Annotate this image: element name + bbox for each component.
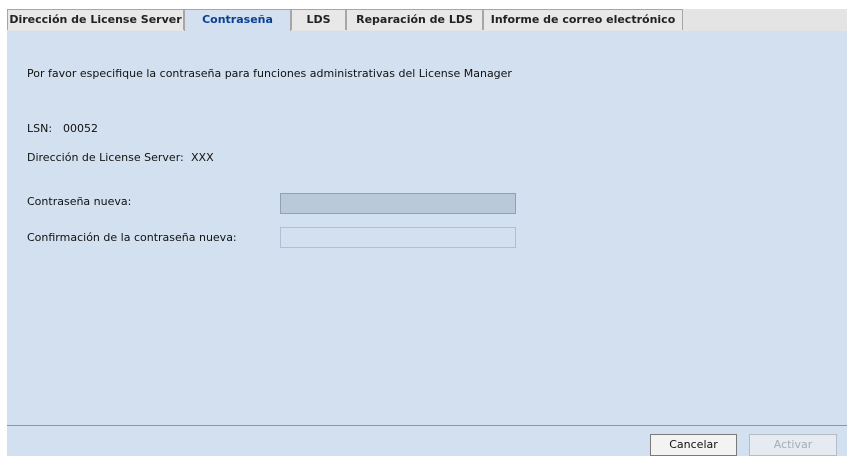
confirm-password-label: Confirmación de la contraseña nueva:	[27, 231, 237, 244]
password-panel: Por favor especifique la contraseña para…	[7, 31, 847, 456]
new-password-label: Contraseña nueva:	[27, 195, 132, 208]
tab-email-report[interactable]: Informe de correo electrónico	[483, 9, 683, 30]
activate-button[interactable]: Activar	[749, 434, 837, 456]
cancel-button[interactable]: Cancelar	[650, 434, 737, 456]
lsn-label: LSN:	[27, 122, 53, 135]
tab-lds-repair[interactable]: Reparación de LDS	[346, 9, 483, 30]
server-address-value: XXX	[191, 151, 214, 164]
confirm-password-field[interactable]	[280, 227, 516, 248]
lsn-value: 00052	[63, 122, 98, 135]
tab-lds[interactable]: LDS	[291, 9, 346, 30]
server-address-label: Dirección de License Server:	[27, 151, 184, 164]
new-password-field[interactable]	[280, 193, 516, 214]
tab-license-server-address[interactable]: Dirección de License Server	[7, 9, 184, 30]
license-manager-window: Dirección de License Server Contraseña L…	[0, 0, 853, 461]
tab-password[interactable]: Contraseña	[184, 9, 291, 32]
footer-divider	[7, 425, 847, 426]
instructions-text: Por favor especifique la contraseña para…	[27, 67, 512, 80]
tab-bar: Dirección de License Server Contraseña L…	[7, 9, 847, 32]
